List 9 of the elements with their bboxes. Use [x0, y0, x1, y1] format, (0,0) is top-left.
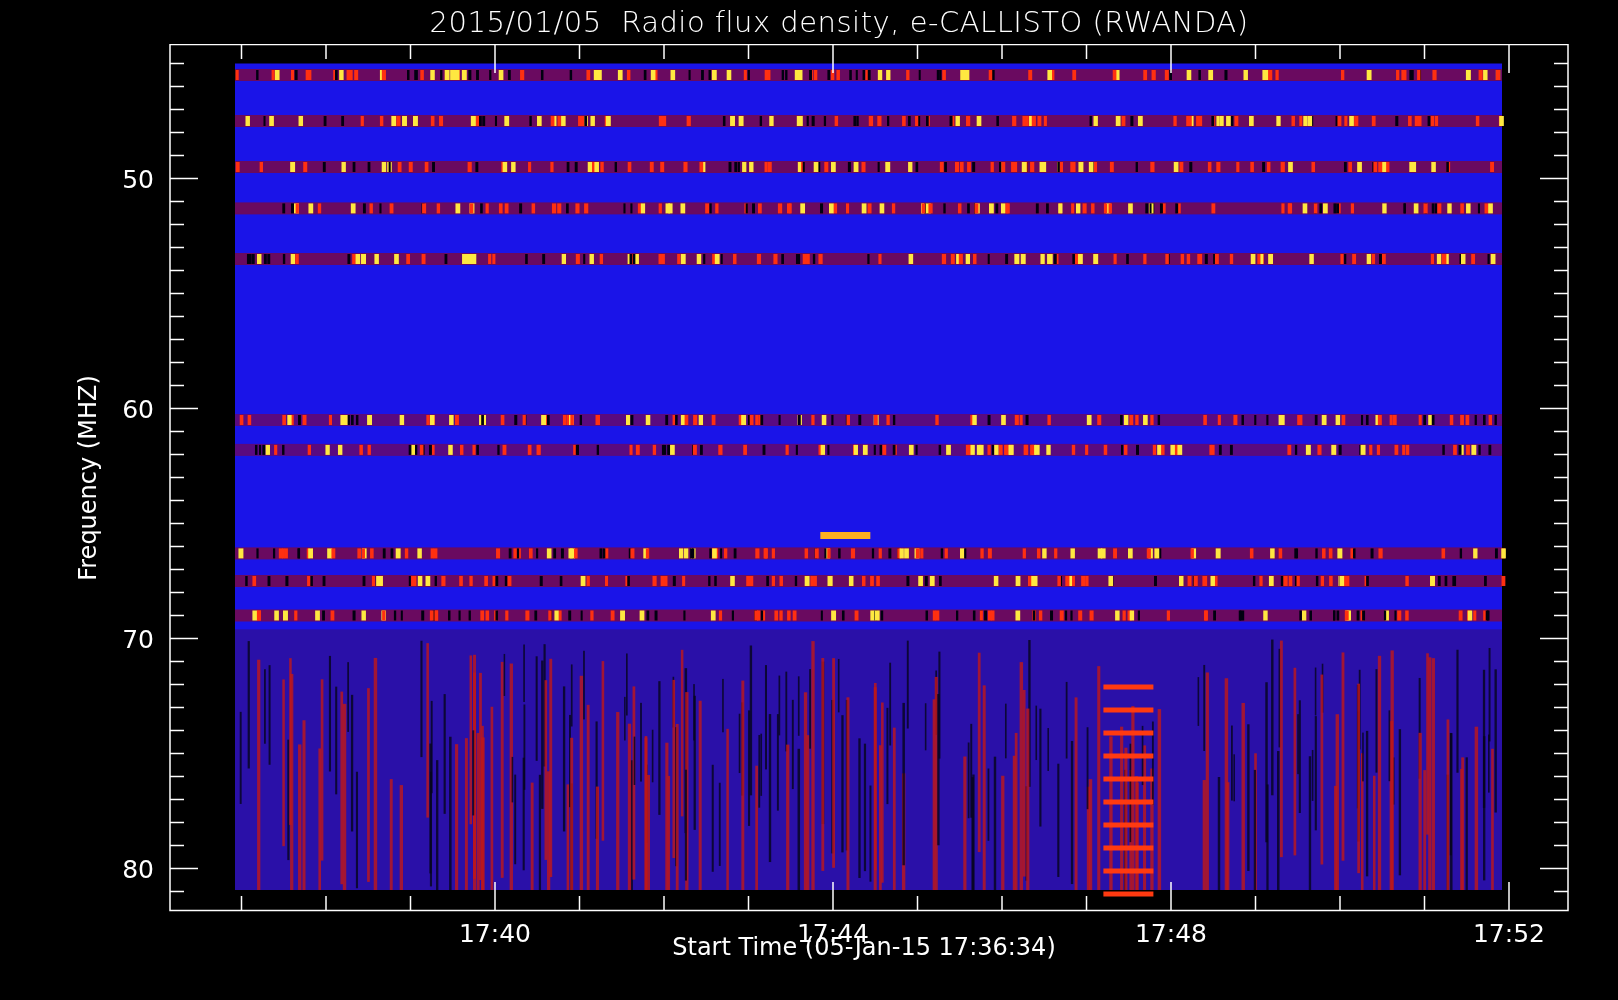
chart-title: 2015/01/05 Radio flux density, e-CALLISTO (RWANDA)	[428, 4, 1250, 41]
y-axis-label: Frequency (MHZ)	[74, 375, 102, 581]
y-tick-label: 80	[122, 854, 154, 884]
y-tick-label: 60	[122, 394, 154, 424]
y-tick-label: 50	[122, 164, 154, 194]
x-tick-label: 17:52	[1473, 919, 1545, 945]
x-tick-label: 17:40	[459, 919, 531, 945]
x-tick-label: 17:48	[1135, 919, 1207, 945]
y-tick-label: 70	[122, 624, 154, 654]
